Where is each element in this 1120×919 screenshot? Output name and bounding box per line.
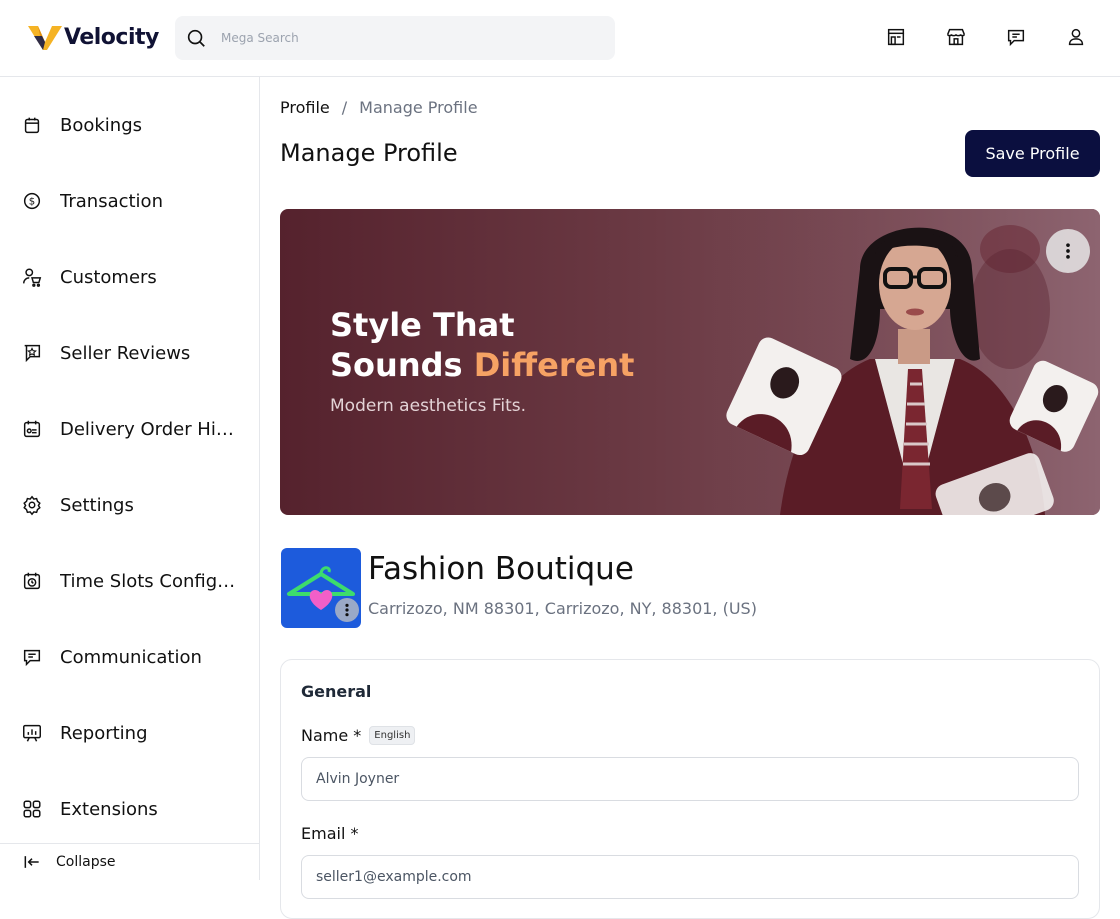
- email-label-text: Email *: [301, 824, 359, 843]
- velocity-logo-icon: [28, 26, 62, 50]
- card-title: General: [301, 682, 372, 701]
- store-name: Fashion Boutique: [368, 551, 634, 587]
- more-vertical-icon: [345, 603, 349, 617]
- sidebar-item-label: Customers: [60, 266, 157, 288]
- store-logo: [281, 548, 361, 628]
- breadcrumb-separator: /: [341, 98, 348, 117]
- banner-headline-accent: Different: [473, 346, 635, 384]
- banner-subtitle: Modern aesthetics Fits.: [330, 396, 527, 416]
- sidebar-item-bookings[interactable]: Bookings: [0, 100, 259, 150]
- banner-headline-line1: Style That: [330, 306, 515, 344]
- breadcrumb-profile-link[interactable]: Profile: [280, 98, 330, 117]
- breadcrumb: Profile / Manage Profile: [280, 98, 478, 117]
- banner-more-options-button[interactable]: [1046, 229, 1090, 273]
- timer-calendar-icon: [20, 569, 44, 593]
- general-settings-card: General Name * English Email *: [280, 659, 1100, 919]
- email-field[interactable]: [301, 855, 1079, 899]
- name-field[interactable]: [301, 757, 1079, 801]
- search-icon: [187, 29, 205, 47]
- message-icon: [20, 645, 44, 669]
- banner-headline: Style That Sounds Different: [330, 305, 634, 385]
- banner-headline-prefix: Sounds: [330, 346, 474, 384]
- calendar-icon: [20, 113, 44, 137]
- sidebar-item-delivery-order-history[interactable]: Delivery Order History: [0, 404, 259, 454]
- logo-more-options-button[interactable]: [335, 598, 359, 622]
- banner-headline-line2: Sounds Different: [330, 345, 634, 385]
- email-label: Email *: [301, 824, 358, 843]
- breadcrumb-current: Manage Profile: [359, 98, 478, 117]
- chat-button[interactable]: [1004, 25, 1028, 49]
- language-badge[interactable]: English: [369, 726, 416, 745]
- sidebar-item-label: Time Slots Configuration: [60, 570, 240, 592]
- store-button[interactable]: [944, 25, 968, 49]
- app-name: Velocity: [64, 24, 159, 50]
- store-address: Carrizozo, NM 88301, Carrizozo, NY, 8830…: [368, 599, 757, 618]
- mega-search-bar[interactable]: [175, 16, 615, 60]
- sidebar-item-extensions[interactable]: Extensions: [0, 784, 259, 834]
- sidebar-item-time-slots-configuration[interactable]: Time Slots Configuration: [0, 556, 259, 606]
- collapse-label: Collapse: [56, 854, 116, 870]
- page-title: Manage Profile: [280, 139, 458, 167]
- sidebar-item-reporting[interactable]: Reporting: [0, 708, 259, 758]
- chat-icon: [1007, 29, 1025, 47]
- sidebar-item-communication[interactable]: Communication: [0, 632, 259, 682]
- grid-icon: [20, 797, 44, 821]
- review-star-icon: [20, 341, 44, 365]
- report-chart-icon: [20, 721, 44, 745]
- sidebar: Bookings $ Transaction Customers Seller …: [0, 77, 260, 880]
- sidebar-item-label: Settings: [60, 494, 134, 516]
- dollar-circle-icon: $: [20, 189, 44, 213]
- store-icon: [947, 28, 965, 46]
- svg-text:$: $: [29, 197, 35, 208]
- sidebar-item-label: Seller Reviews: [60, 342, 191, 364]
- sidebar-item-label: Bookings: [60, 114, 143, 136]
- sidebar-item-label: Reporting: [60, 722, 148, 744]
- collapse-sidebar-button[interactable]: Collapse: [0, 843, 259, 880]
- sidebar-item-label: Extensions: [60, 798, 158, 820]
- profile-button[interactable]: [1064, 25, 1088, 49]
- app-logo[interactable]: Velocity: [28, 22, 159, 52]
- search-input[interactable]: [221, 31, 581, 45]
- more-vertical-icon: [1066, 243, 1070, 259]
- save-profile-button[interactable]: Save Profile: [965, 130, 1100, 177]
- sidebar-item-label: Transaction: [60, 190, 163, 212]
- sidebar-item-label: Delivery Order History: [60, 418, 240, 440]
- gear-icon: [20, 493, 44, 517]
- sidebar-item-transaction[interactable]: $ Transaction: [0, 176, 259, 226]
- delivery-calendar-icon: [20, 417, 44, 441]
- customer-cart-icon: [20, 265, 44, 289]
- storefront-button[interactable]: [884, 25, 908, 49]
- storefront-icon: [887, 28, 905, 46]
- collapse-arrow-icon: [24, 856, 39, 868]
- top-header: Velocity: [0, 0, 1120, 77]
- profile-banner: Style That Sounds Different Modern aesth…: [280, 209, 1100, 515]
- name-label: Name * English: [301, 726, 416, 745]
- sidebar-item-settings[interactable]: Settings: [0, 480, 259, 530]
- sidebar-item-customers[interactable]: Customers: [0, 252, 259, 302]
- name-label-text: Name *: [301, 726, 362, 745]
- sidebar-item-label: Communication: [60, 646, 202, 668]
- user-icon: [1068, 28, 1084, 46]
- banner-model-image: [710, 209, 1100, 515]
- sidebar-item-seller-reviews[interactable]: Seller Reviews: [0, 328, 259, 378]
